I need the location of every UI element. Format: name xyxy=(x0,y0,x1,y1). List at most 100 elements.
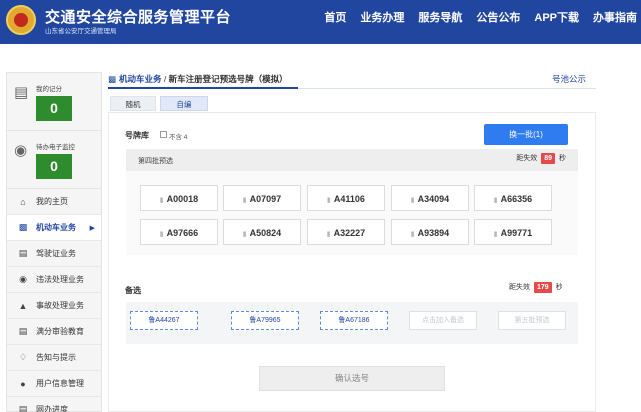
warning-icon: ▲ xyxy=(18,300,28,311)
breadcrumb-separator: / xyxy=(161,74,169,84)
car-icon: ▩ xyxy=(108,74,117,84)
exclude-four-checkbox[interactable] xyxy=(160,131,167,138)
plate-option[interactable]: ▮ A66356 xyxy=(474,185,552,211)
plate-library-label: 号牌库 xyxy=(125,131,149,140)
plate-icon: ▮ xyxy=(159,197,164,204)
sidebar-item-home[interactable]: ⌂ 我的主页 xyxy=(7,189,101,215)
sidebar-item-education[interactable]: ▤ 满分审验教育 xyxy=(7,319,101,345)
sidebar-item-violation[interactable]: ◉ 违法处理业务 xyxy=(7,267,101,293)
plate-option[interactable]: ▮ A50824 xyxy=(223,219,301,245)
plate-number: A32227 xyxy=(333,228,366,238)
camera-label: 待办电子监控 xyxy=(36,144,75,151)
reserve-area: 鲁A44267 鲁A79965 鲁A67186 点击加入备选 第五批预选 xyxy=(126,302,578,344)
reserve-slot[interactable]: 鲁A44267 xyxy=(130,311,198,330)
breadcrumb: ▩ 机动车业务 / 新车注册登记预选号牌（模拟） xyxy=(108,73,288,85)
batch-title: 第四批预选 xyxy=(138,158,173,165)
nav-business[interactable]: 业务办理 xyxy=(360,9,404,25)
sidebar-item-progress[interactable]: ▤ 网办进度 xyxy=(7,397,101,412)
progress-icon: ▤ xyxy=(18,404,28,412)
plate-option[interactable]: ▮ A34094 xyxy=(391,185,469,211)
reserve-countdown: 距失效 179 秒 xyxy=(509,282,563,293)
top-header: 交通安全综合服务管理平台 山东省公安厅交通管理局 首页 业务办理 服务导航 公告… xyxy=(0,0,641,44)
plate-option[interactable]: ▮ A99771 xyxy=(474,219,552,245)
sidebar-item-label: 我的主页 xyxy=(36,197,68,206)
reserve-slot[interactable]: 鲁A79965 xyxy=(231,311,299,330)
sidebar-item-label: 事故处理业务 xyxy=(36,301,84,310)
bell-icon: ♢ xyxy=(18,352,28,362)
reserve-label: 备选 xyxy=(125,286,141,295)
camera-icon: ◉ xyxy=(19,274,27,284)
exclude-four-label: 不含 4 xyxy=(169,134,188,141)
plate-grid: ▮ A00018 ▮ A07097 ▮ A41106 ▮ A34094 ▮ A66356 … xyxy=(126,171,578,255)
plate-number: A97666 xyxy=(166,228,199,238)
reserve-slot[interactable]: 鲁A67186 xyxy=(320,311,388,330)
sidebar-item-vehicle[interactable]: ▩ 机动车业务 ▶ xyxy=(7,215,101,241)
site-title: 交通安全综合服务管理平台 xyxy=(45,9,232,26)
sidebar-item-label: 驾驶证业务 xyxy=(36,249,76,258)
sidebar-item-label: 满分审验教育 xyxy=(36,327,84,336)
plate-number: A93894 xyxy=(417,228,450,238)
plate-option[interactable]: ▮ A97666 xyxy=(140,219,218,245)
plate-icon: ▮ xyxy=(410,231,415,238)
sidebar-item-license[interactable]: ▤ 驾驶证业务 xyxy=(7,241,101,267)
tab-custom[interactable]: 自编 xyxy=(160,96,208,111)
sidebar-item-label: 告知与提示 xyxy=(36,353,76,362)
plate-icon: ▮ xyxy=(493,231,498,238)
plate-number: A41106 xyxy=(333,194,365,204)
plate-icon: ▮ xyxy=(242,197,247,204)
nav-guide[interactable]: 办事指南 xyxy=(593,9,637,25)
countdown-unit: 秒 xyxy=(559,155,566,162)
plate-icon: ▮ xyxy=(493,197,498,204)
plate-number: A00018 xyxy=(166,194,199,204)
confirm-selection-button[interactable]: 确认选号 xyxy=(259,366,445,391)
batch-countdown: 距失效 89 秒 xyxy=(516,153,566,164)
nav-home[interactable]: 首页 xyxy=(324,9,346,25)
countdown-prefix: 距失效 xyxy=(509,284,530,291)
pool-notice-link[interactable]: 号池公示 xyxy=(552,73,586,85)
plate-number: A66356 xyxy=(500,194,533,204)
sidebar-item-label: 用户信息管理 xyxy=(36,379,84,388)
plate-number: A07097 xyxy=(249,194,282,204)
camera-card[interactable]: ◉ 待办电子监控 0 xyxy=(7,131,101,189)
breadcrumb-underline xyxy=(108,87,298,89)
camera-value: 0 xyxy=(36,154,72,179)
police-emblem-icon xyxy=(6,5,36,35)
scorecard-icon: ▤ xyxy=(14,84,29,101)
plate-icon: ▮ xyxy=(159,231,164,238)
score-label: 我的记分 xyxy=(36,86,62,93)
plate-option[interactable]: ▮ A00018 xyxy=(140,185,218,211)
breadcrumb-section[interactable]: 机动车业务 xyxy=(119,74,162,84)
traffic-camera-icon: ◉ xyxy=(14,142,28,159)
education-icon: ▤ xyxy=(18,326,28,336)
swap-batch-button[interactable]: 换一批(1) xyxy=(484,124,568,145)
user-icon: ● xyxy=(20,378,26,389)
car-icon: ▩ xyxy=(18,222,28,232)
plate-option[interactable]: ▮ A93894 xyxy=(391,219,469,245)
site-subtitle: 山东省公安厅交通管理局 xyxy=(45,28,117,35)
sidebar-item-accident[interactable]: ▲ 事故处理业务 xyxy=(7,293,101,319)
sidebar-item-user[interactable]: ● 用户信息管理 xyxy=(7,371,101,397)
plate-number: A50824 xyxy=(249,228,282,238)
sidebar-item-label: 违法处理业务 xyxy=(36,275,84,284)
nav-service-guide[interactable]: 服务导航 xyxy=(418,9,462,25)
score-card[interactable]: ▤ 我的记分 0 xyxy=(7,73,101,131)
countdown-value: 179 xyxy=(533,282,552,293)
countdown-value: 89 xyxy=(541,153,556,164)
nav-app-download[interactable]: APP下载 xyxy=(534,9,579,25)
plate-icon: ▮ xyxy=(242,231,247,238)
breadcrumb-current: 新车注册登记预选号牌（模拟） xyxy=(168,74,288,84)
plate-option[interactable]: ▮ A07097 xyxy=(223,185,301,211)
nav-announcements[interactable]: 公告公布 xyxy=(476,9,520,25)
plate-icon: ▮ xyxy=(326,231,331,238)
plate-number: A34094 xyxy=(417,194,450,204)
next-batch-slot[interactable]: 第五批预选 xyxy=(498,311,566,330)
sidebar-item-label: 网办进度 xyxy=(36,405,68,412)
add-reserve-slot[interactable]: 点击加入备选 xyxy=(409,311,477,330)
sidebar-item-notice[interactable]: ♢ 告知与提示 xyxy=(7,345,101,371)
plate-option[interactable]: ▮ A41106 xyxy=(307,185,385,211)
plate-option[interactable]: ▮ A32227 xyxy=(307,219,385,245)
license-icon: ▤ xyxy=(18,248,28,258)
tab-random[interactable]: 随机 xyxy=(110,96,156,111)
plate-number: A99771 xyxy=(500,228,533,238)
plate-icon: ▮ xyxy=(327,197,331,204)
